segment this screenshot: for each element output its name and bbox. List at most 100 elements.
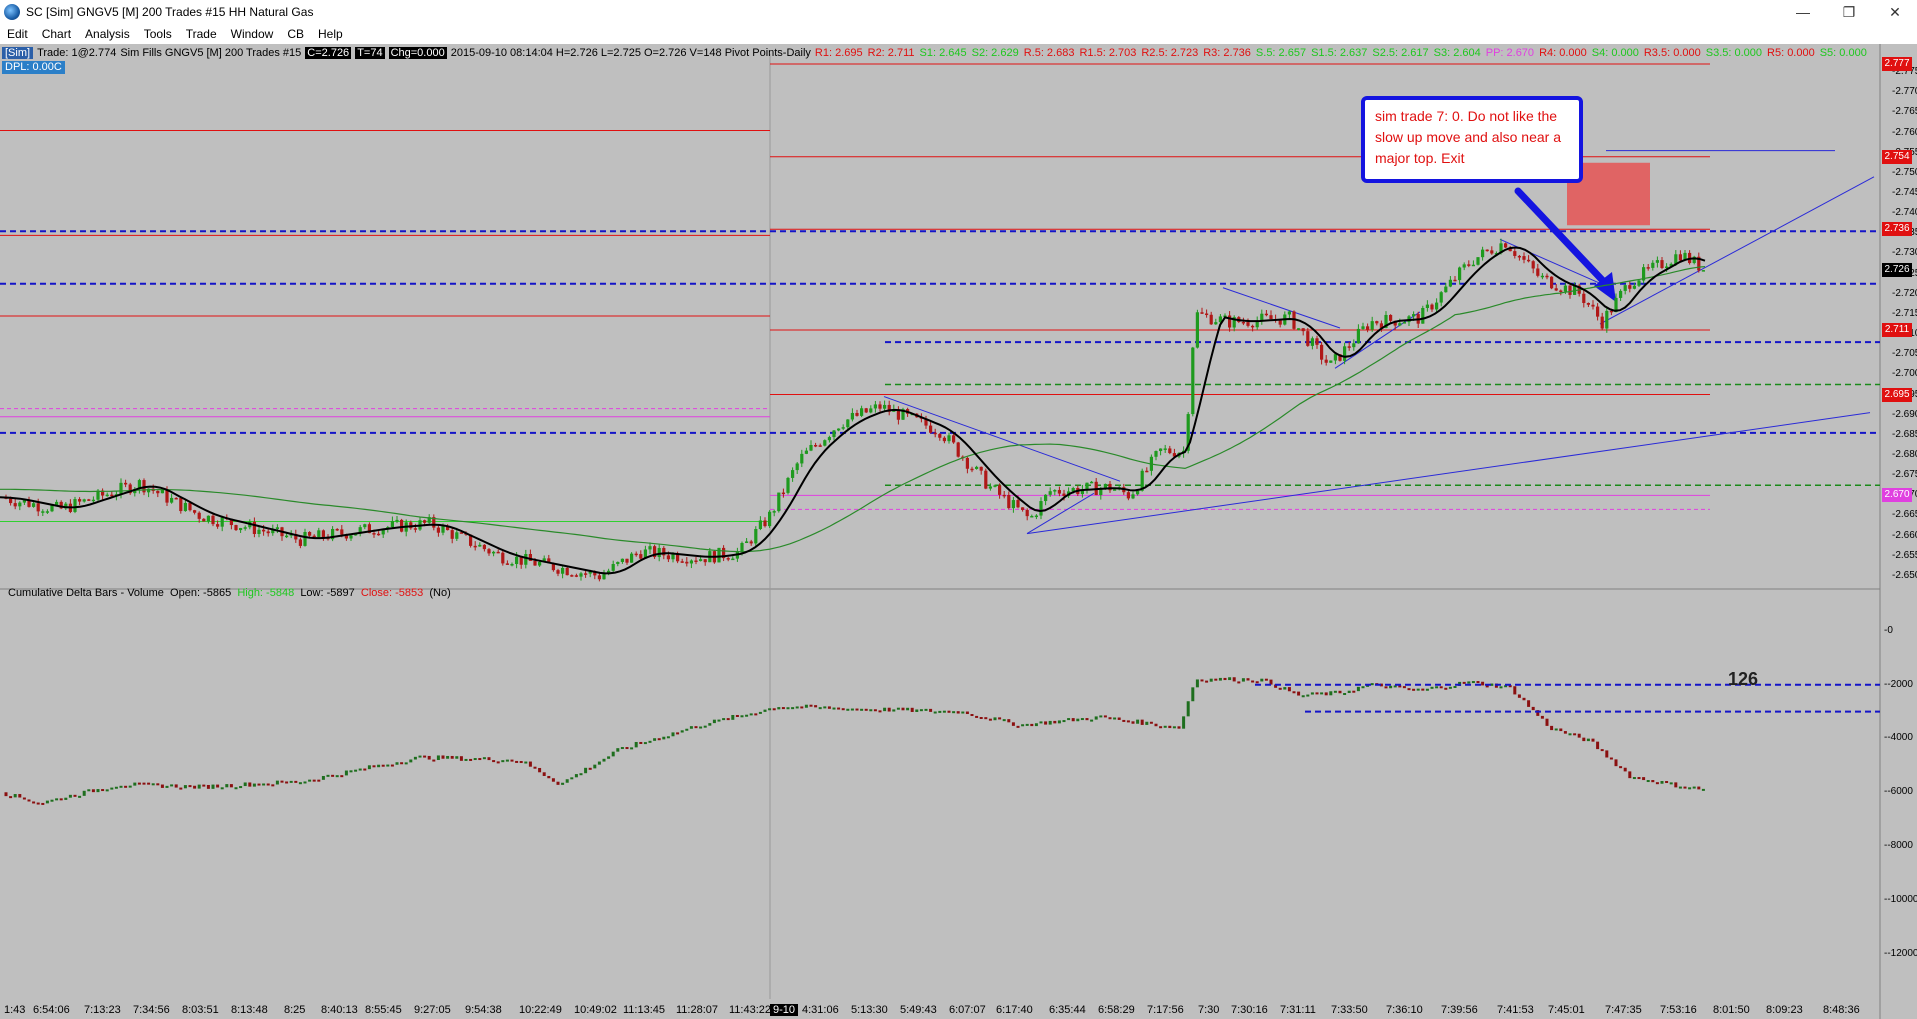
delta-bar [1044, 721, 1048, 725]
candle-body [584, 573, 588, 575]
candle-body [1554, 288, 1558, 291]
delta-bar [671, 732, 675, 737]
delta-bar [1563, 731, 1567, 734]
candle-body [685, 561, 689, 564]
menu-trade[interactable]: Trade [179, 24, 224, 44]
delta-bar [1646, 780, 1650, 783]
delta-bar [1591, 738, 1595, 742]
delta-bar [501, 760, 505, 763]
dpl-badge: DPL: 0.00C [2, 61, 65, 74]
study-high: High: -5848 [237, 587, 295, 599]
delta-bar [740, 715, 744, 718]
candle-body [1389, 314, 1393, 321]
delta-bar [409, 759, 413, 763]
candle-body [1310, 338, 1314, 346]
candle-body [814, 445, 818, 447]
delta-bar [726, 718, 730, 721]
menu-analysis[interactable]: Analysis [78, 24, 137, 44]
menu-edit[interactable]: Edit [0, 24, 35, 44]
candle-body [1490, 250, 1494, 254]
delta-bar [685, 728, 689, 731]
delta-bar [588, 767, 592, 770]
time-tick-label: 7:30:16 [1231, 1004, 1268, 1016]
delta-bar [124, 785, 128, 788]
delta-bar [78, 795, 82, 798]
candle-body [1154, 451, 1158, 457]
menu-tools[interactable]: Tools [137, 24, 179, 44]
candle-body [515, 556, 519, 565]
menu-help[interactable]: Help [311, 24, 350, 44]
candle-body [1057, 490, 1061, 494]
delta-bar [1425, 688, 1429, 691]
candle-body [252, 521, 256, 534]
candle-body [1205, 313, 1209, 316]
restore-button[interactable]: ❐ [1826, 0, 1872, 24]
delta-bar [1136, 719, 1140, 724]
candle-body [1435, 302, 1439, 310]
candle-body [165, 489, 169, 503]
candle-body [1651, 262, 1655, 268]
delta-bar [832, 707, 836, 710]
delta-bar [680, 730, 684, 733]
trendline [1499, 238, 1611, 289]
price-chart-canvas[interactable] [0, 44, 1917, 1019]
delta-bar [1251, 680, 1255, 683]
delta-bar [418, 755, 422, 758]
candle-body [832, 430, 836, 438]
price-tick-label: -2.705 [1892, 348, 1917, 360]
time-tick-label: 11:13:45 [623, 1004, 666, 1016]
annotation-callout[interactable]: sim trade 7: 0. Do not like the slow up … [1361, 96, 1583, 183]
menu-chart[interactable]: Chart [35, 24, 78, 44]
delta-bar [1614, 759, 1618, 767]
delta-bar [1154, 723, 1158, 727]
time-tick-label: 5:13:30 [851, 1004, 888, 1016]
menu-cb[interactable]: CB [280, 24, 311, 44]
delta-bar [225, 784, 229, 788]
delta-bar [942, 710, 946, 713]
delta-bar [1159, 726, 1163, 729]
menu-window[interactable]: Window [224, 24, 281, 44]
delta-bar [1600, 749, 1604, 752]
close-button[interactable]: ✕ [1872, 0, 1917, 24]
chart-area[interactable]: [Sim] Trade: 1@2.774 Sim Fills GNGV5 [M]… [0, 44, 1917, 1019]
candle-body [1246, 322, 1250, 326]
delta-bar [280, 780, 284, 783]
delta-bar [1582, 737, 1586, 742]
delta-bar [1352, 690, 1356, 693]
delta-bar [64, 797, 68, 800]
delta-bar [694, 726, 698, 729]
delta-bar [248, 782, 252, 787]
candle-body [1090, 481, 1094, 484]
delta-bar [308, 779, 312, 782]
delta-bar [1550, 725, 1554, 731]
price-tick-label: -2.770 [1892, 86, 1917, 98]
candle-body [262, 529, 266, 532]
candle-body [1356, 328, 1360, 344]
delta-bar [758, 711, 762, 714]
delta-bar [1186, 701, 1190, 717]
candle-body [482, 544, 486, 550]
delta-bar [1057, 720, 1061, 724]
time-tick-label: 7:30 [1198, 1004, 1220, 1016]
candle-body [850, 412, 854, 420]
candle-body [492, 551, 496, 554]
price-tick-label: -2.675 [1892, 469, 1917, 481]
minimize-button[interactable]: — [1780, 0, 1826, 24]
candle-body [768, 511, 772, 527]
delta-bar [1025, 723, 1029, 726]
pivot-value: S.5: 2.657 [1255, 47, 1307, 59]
candle-body [1425, 304, 1429, 309]
candle-body [413, 528, 417, 530]
candle-body [597, 575, 601, 580]
candle-body [754, 528, 758, 544]
delta-bar [1246, 678, 1250, 681]
time-tick-label: 8:01:50 [1713, 1004, 1750, 1016]
delta-bar [850, 708, 854, 711]
delta-bar [1412, 688, 1416, 691]
delta-bar [1632, 777, 1636, 780]
delta-bar [1605, 750, 1609, 758]
candle-body [510, 564, 514, 566]
delta-bar [717, 719, 721, 722]
delta-bar [188, 785, 192, 788]
delta-bar [708, 723, 712, 726]
